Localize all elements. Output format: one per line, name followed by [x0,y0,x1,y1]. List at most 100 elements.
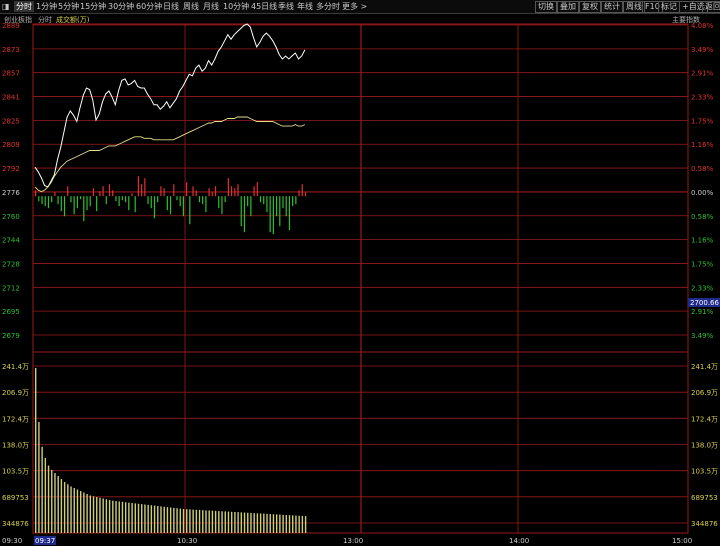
volume-bar [240,512,243,533]
price-tick-left: 2825 [2,117,20,125]
volume-bar [44,458,47,533]
volume-bar [205,510,207,533]
toolbar-btn-back[interactable]: 返回 [702,1,720,13]
volume-bar [282,514,284,533]
breadth-bar [205,196,207,213]
toolbar-btn-overlay[interactable]: 叠加 [557,1,579,13]
price-tick-left: 2792 [2,165,20,173]
volume-bar [60,479,63,533]
volume-bar [79,491,82,533]
volume-bar [218,511,220,533]
percent-tick-right: 4.08% [691,22,714,30]
toolbar-btn-stats[interactable]: 统计 [601,1,623,13]
toolbar-btn-multi[interactable]: 多分时 [316,1,340,12]
volume-bar [67,484,69,533]
price-badge: 2700.66 [690,299,719,307]
volume-bar [157,506,159,533]
volume-bar [163,506,165,533]
volume-bar [76,489,79,533]
volume-bar [89,495,92,533]
volume-bar [243,512,246,533]
volume-bar [292,515,294,533]
breadth-bar [76,196,78,209]
price-tick-left: 2744 [2,237,20,245]
toolbar-btn-mark[interactable]: 标记 [658,1,680,13]
percent-tick-right: 2.91% [691,70,714,78]
price-tick-left: 2760 [2,213,20,221]
volume-bar [221,511,223,533]
volume-bar [128,502,130,533]
breadth-bar [57,196,59,205]
toolbar-btn-more[interactable]: 更多 > [342,1,367,12]
volume-bar [153,505,156,533]
volume-bar [99,497,101,533]
breadth-bar [134,196,136,213]
toolbar-btn-restore[interactable]: 复权 [579,1,601,13]
breadth-bar [160,186,162,197]
volume-bar [121,501,124,533]
toolbar-btn-m30[interactable]: 30分钟 [108,1,134,12]
breadth-bar [192,186,194,197]
breadth-bar [304,192,307,197]
toolbar-btn-m1[interactable]: 1分钟 [36,1,57,12]
volume-bar [70,486,72,533]
breadth-bar [230,186,233,197]
volume-bar [73,488,75,533]
volume-bar [266,513,268,533]
price-tick-left: 2679 [2,332,20,340]
breadth-bar [182,196,184,217]
volume-bar [38,422,40,533]
toolbar-btn-m60[interactable]: 60分钟 [136,1,162,12]
breadth-bar [99,191,101,197]
volume-bar [285,515,288,533]
percent-tick-right: 2.33% [691,94,714,102]
breadth-bar [240,196,242,227]
breadth-bar [198,196,201,203]
volume-bar [137,503,140,533]
percent-tick-right: 3.49% [691,46,714,54]
breadth-bar [131,193,133,197]
breadth-bar [105,196,107,205]
volume-bar [202,510,204,533]
price-tick-left: 2841 [2,94,20,102]
toolbar-btn-d45[interactable]: 45日线 [251,1,277,12]
toolbar-btn-week[interactable]: 周线 [183,1,199,12]
toolbar-btn-fs[interactable]: 分时 [14,1,34,12]
toolbar-btn-year[interactable]: 年线 [297,1,313,12]
breadth-bar [295,196,297,205]
volume-bar [150,505,153,533]
breadth-bar [221,196,223,215]
volume-bar [179,508,181,533]
breadth-bar [179,196,181,207]
percent-tick-right: 1.16% [691,141,714,149]
toolbar-btn-sq[interactable]: ◨ [2,1,10,12]
toolbar-btn-m5[interactable]: 5分钟 [58,1,79,12]
breadth-bar [247,196,249,207]
time-tick: 13:00 [343,537,363,545]
breadth-bar [41,196,43,205]
breadth-bar [279,196,281,227]
volume-bar [288,515,291,533]
breadth-bar [176,196,178,201]
breadth-bar [96,196,98,212]
volume-bar [102,498,104,533]
toolbar-btn-switch[interactable]: 切换 [535,1,557,13]
percent-tick-right: 2.33% [691,284,714,292]
price-tick-left: 2776 [2,189,20,197]
breadth-bar [83,196,85,222]
toolbar-btn-d10[interactable]: 10分钟 [223,1,249,12]
price-tick-left: 2712 [2,284,20,292]
toolbar-btn-day[interactable]: 日线 [163,1,179,12]
volume-tick-right: 103.5万 [691,468,718,476]
breadth-bar [195,190,197,197]
breadth-bar [259,196,262,203]
toolbar-btn-season[interactable]: 季线 [278,1,294,12]
volume-tick-left: 103.5万 [2,468,29,476]
breadth-bar [38,196,40,202]
volume-tick-right: 172.4万 [691,415,718,423]
volume-bar [47,465,50,533]
toolbar-btn-m15[interactable]: 15分钟 [80,1,106,12]
breadth-bar [253,186,255,197]
breadth-bar [118,196,120,207]
toolbar-btn-month[interactable]: 月线 [203,1,219,12]
